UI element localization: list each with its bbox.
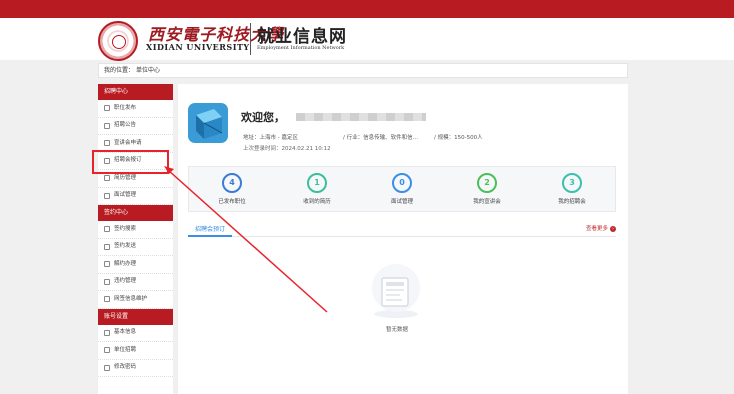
- annotation-arrow-icon: [164, 166, 328, 313]
